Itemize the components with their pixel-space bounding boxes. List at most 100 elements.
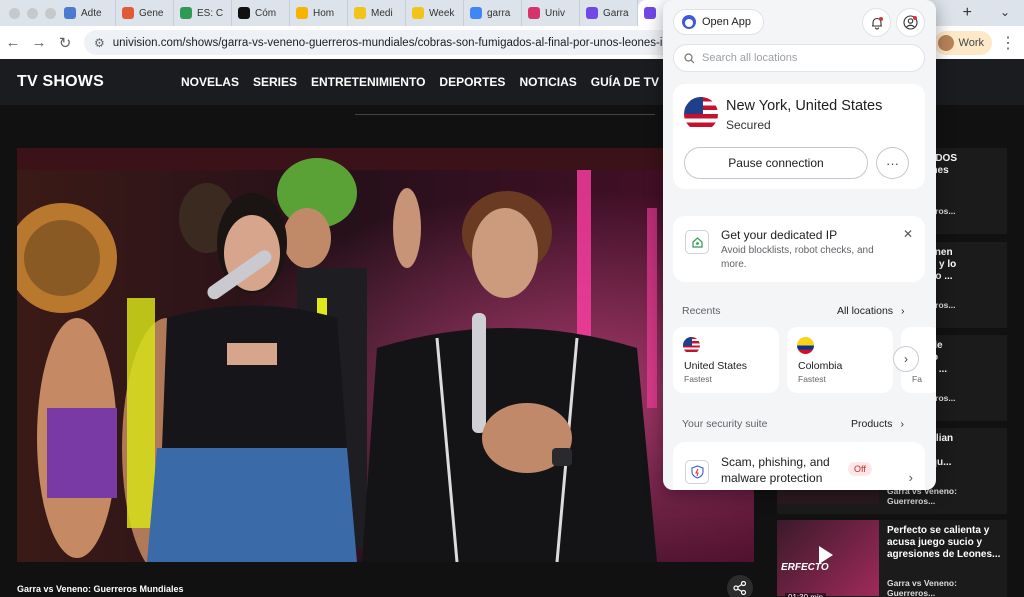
products-link[interactable]: Products › [851,418,904,430]
share-icon [733,581,747,595]
recent-location-united-states[interactable]: United States Fastest [673,327,779,393]
security-suite-label: Your security suite [682,418,768,430]
nav-item-deportes[interactable]: DEPORTES [439,75,505,89]
recent-location-colombia[interactable]: Colombia Fastest [787,327,893,393]
search-input[interactable] [702,52,902,64]
vpn-logo-icon [682,15,696,29]
tab-label: garra [487,7,511,19]
tab-label: Medi [371,7,393,19]
recent-location-name: United States [684,360,748,372]
profile-button[interactable]: Work [933,30,992,55]
forward-button[interactable]: → [26,34,52,51]
nav-item-entretenimiento[interactable]: ENTRETENIMIENTO [311,75,425,89]
vpn-extension-popup: Open App New York, United States Secured… [663,0,936,490]
tab-favicon-icon [296,7,308,19]
dedicated-ip-card[interactable]: Get your dedicated IP Avoid blocklists, … [673,216,925,282]
shield-icon [685,460,709,484]
notifications-button[interactable] [862,8,891,37]
browser-tab[interactable]: Adte [58,0,116,26]
nav-item-series[interactable]: SERIES [253,75,297,89]
tab-label: ES: C [197,7,224,19]
recent-location-sub: Fastest [798,374,826,384]
new-tab-button[interactable]: + [963,4,972,22]
address-bar[interactable]: ⚙ univision.com/shows/garra-vs-veneno-gu… [84,30,744,55]
tab-favicon-icon [528,7,540,19]
tab-favicon-icon [180,7,192,19]
search-icon [684,52,695,63]
current-location: New York, United States [726,98,883,114]
nav-item-novelas[interactable]: NOVELAS [181,75,239,89]
chevron-right-icon: › [901,305,905,317]
tab-label: Univ [545,7,566,19]
tab-search-chevron-icon[interactable]: ⌄ [1000,5,1010,19]
url-text: univision.com/shows/garra-vs-veneno-guer… [112,36,719,49]
back-button[interactable]: ← [0,34,26,51]
open-app-label: Open App [702,16,751,28]
minimize-window-button[interactable] [27,7,38,19]
recents-scroll-right-button[interactable]: › [893,346,919,372]
browser-tab[interactable]: Medi [348,0,406,26]
connection-card: New York, United States Secured Pause co… [673,84,925,189]
related-video-title: acusa juego sucio y [887,537,983,548]
tab-favicon-icon [644,7,656,19]
tab-favicon-icon [238,7,250,19]
browser-tab[interactable]: Garra [580,0,638,26]
reload-button[interactable]: ↻ [52,34,78,52]
site-brand[interactable]: TV SHOWS [17,73,104,91]
browser-tab[interactable]: Week [406,0,464,26]
related-video-title: agresiones de Leones... [887,549,1001,560]
browser-menu-icon[interactable]: ⋮ [1000,33,1016,53]
open-app-button[interactable]: Open App [673,9,764,35]
recent-location-name: Colombia [798,360,843,372]
all-locations-label: All locations [837,305,894,317]
colombia-flag-icon [797,337,814,354]
play-icon [819,546,833,564]
section-divider [355,114,655,115]
all-locations-link[interactable]: All locations › [837,305,905,317]
tab-label: Week [429,7,455,19]
share-button[interactable] [727,575,753,597]
tab-favicon-icon [586,7,598,19]
pause-connection-button[interactable]: Pause connection [684,147,868,179]
dedicated-ip-title: Get your dedicated IP [721,228,838,242]
tab-favicon-icon [354,7,366,19]
close-icon[interactable]: ✕ [903,227,913,241]
status-badge: Off [848,462,872,476]
tab-label: Cóm [255,7,277,19]
related-video-card[interactable]: ERFECTO01:30 minPerfecto se calienta yac… [777,520,1007,597]
account-button[interactable] [896,8,925,37]
recent-location-sub: Fastest [684,374,712,384]
dedicated-ip-description: Avoid blocklists, robot checks, and more… [721,245,874,270]
avatar [937,34,954,51]
scam-protection-card[interactable]: Scam, phishing, and malware protection O… [673,442,925,490]
site-info-icon[interactable]: ⚙ [94,36,105,50]
related-video-source: Garra vs Veneno: Guerreros... [887,578,957,597]
video-duration: 01:30 min [785,593,827,597]
tab-label: Hom [313,7,335,19]
tab-label: Garra [603,7,629,19]
browser-tab[interactable]: Gene [116,0,174,26]
home-ip-icon [685,230,709,254]
browser-tab[interactable]: garra [464,0,522,26]
location-search[interactable] [673,44,925,72]
browser-tab[interactable]: Hom [290,0,348,26]
more-options-button[interactable]: ··· [876,147,909,179]
tab-label: Adte [81,7,102,19]
nav-item-guia-tv[interactable]: GUÍA DE TV [591,75,659,89]
zoom-window-button[interactable] [45,7,56,19]
user-settings-icon [903,15,918,30]
bell-icon [871,16,883,29]
video-player[interactable] [17,148,754,562]
products-label: Products [851,418,893,430]
tab-favicon-icon [412,7,424,19]
tab-favicon-icon [122,7,134,19]
tab-favicon-icon [470,7,482,19]
recents-label: Recents [682,305,721,317]
browser-tab[interactable]: ES: C [174,0,232,26]
browser-tab[interactable]: Cóm [232,0,290,26]
video-frame-illustration [17,148,754,562]
tab-favicon-icon [64,7,76,19]
nav-item-noticias[interactable]: NOTICIAS [519,75,576,89]
browser-tab[interactable]: Univ [522,0,580,26]
close-window-button[interactable] [9,7,20,19]
